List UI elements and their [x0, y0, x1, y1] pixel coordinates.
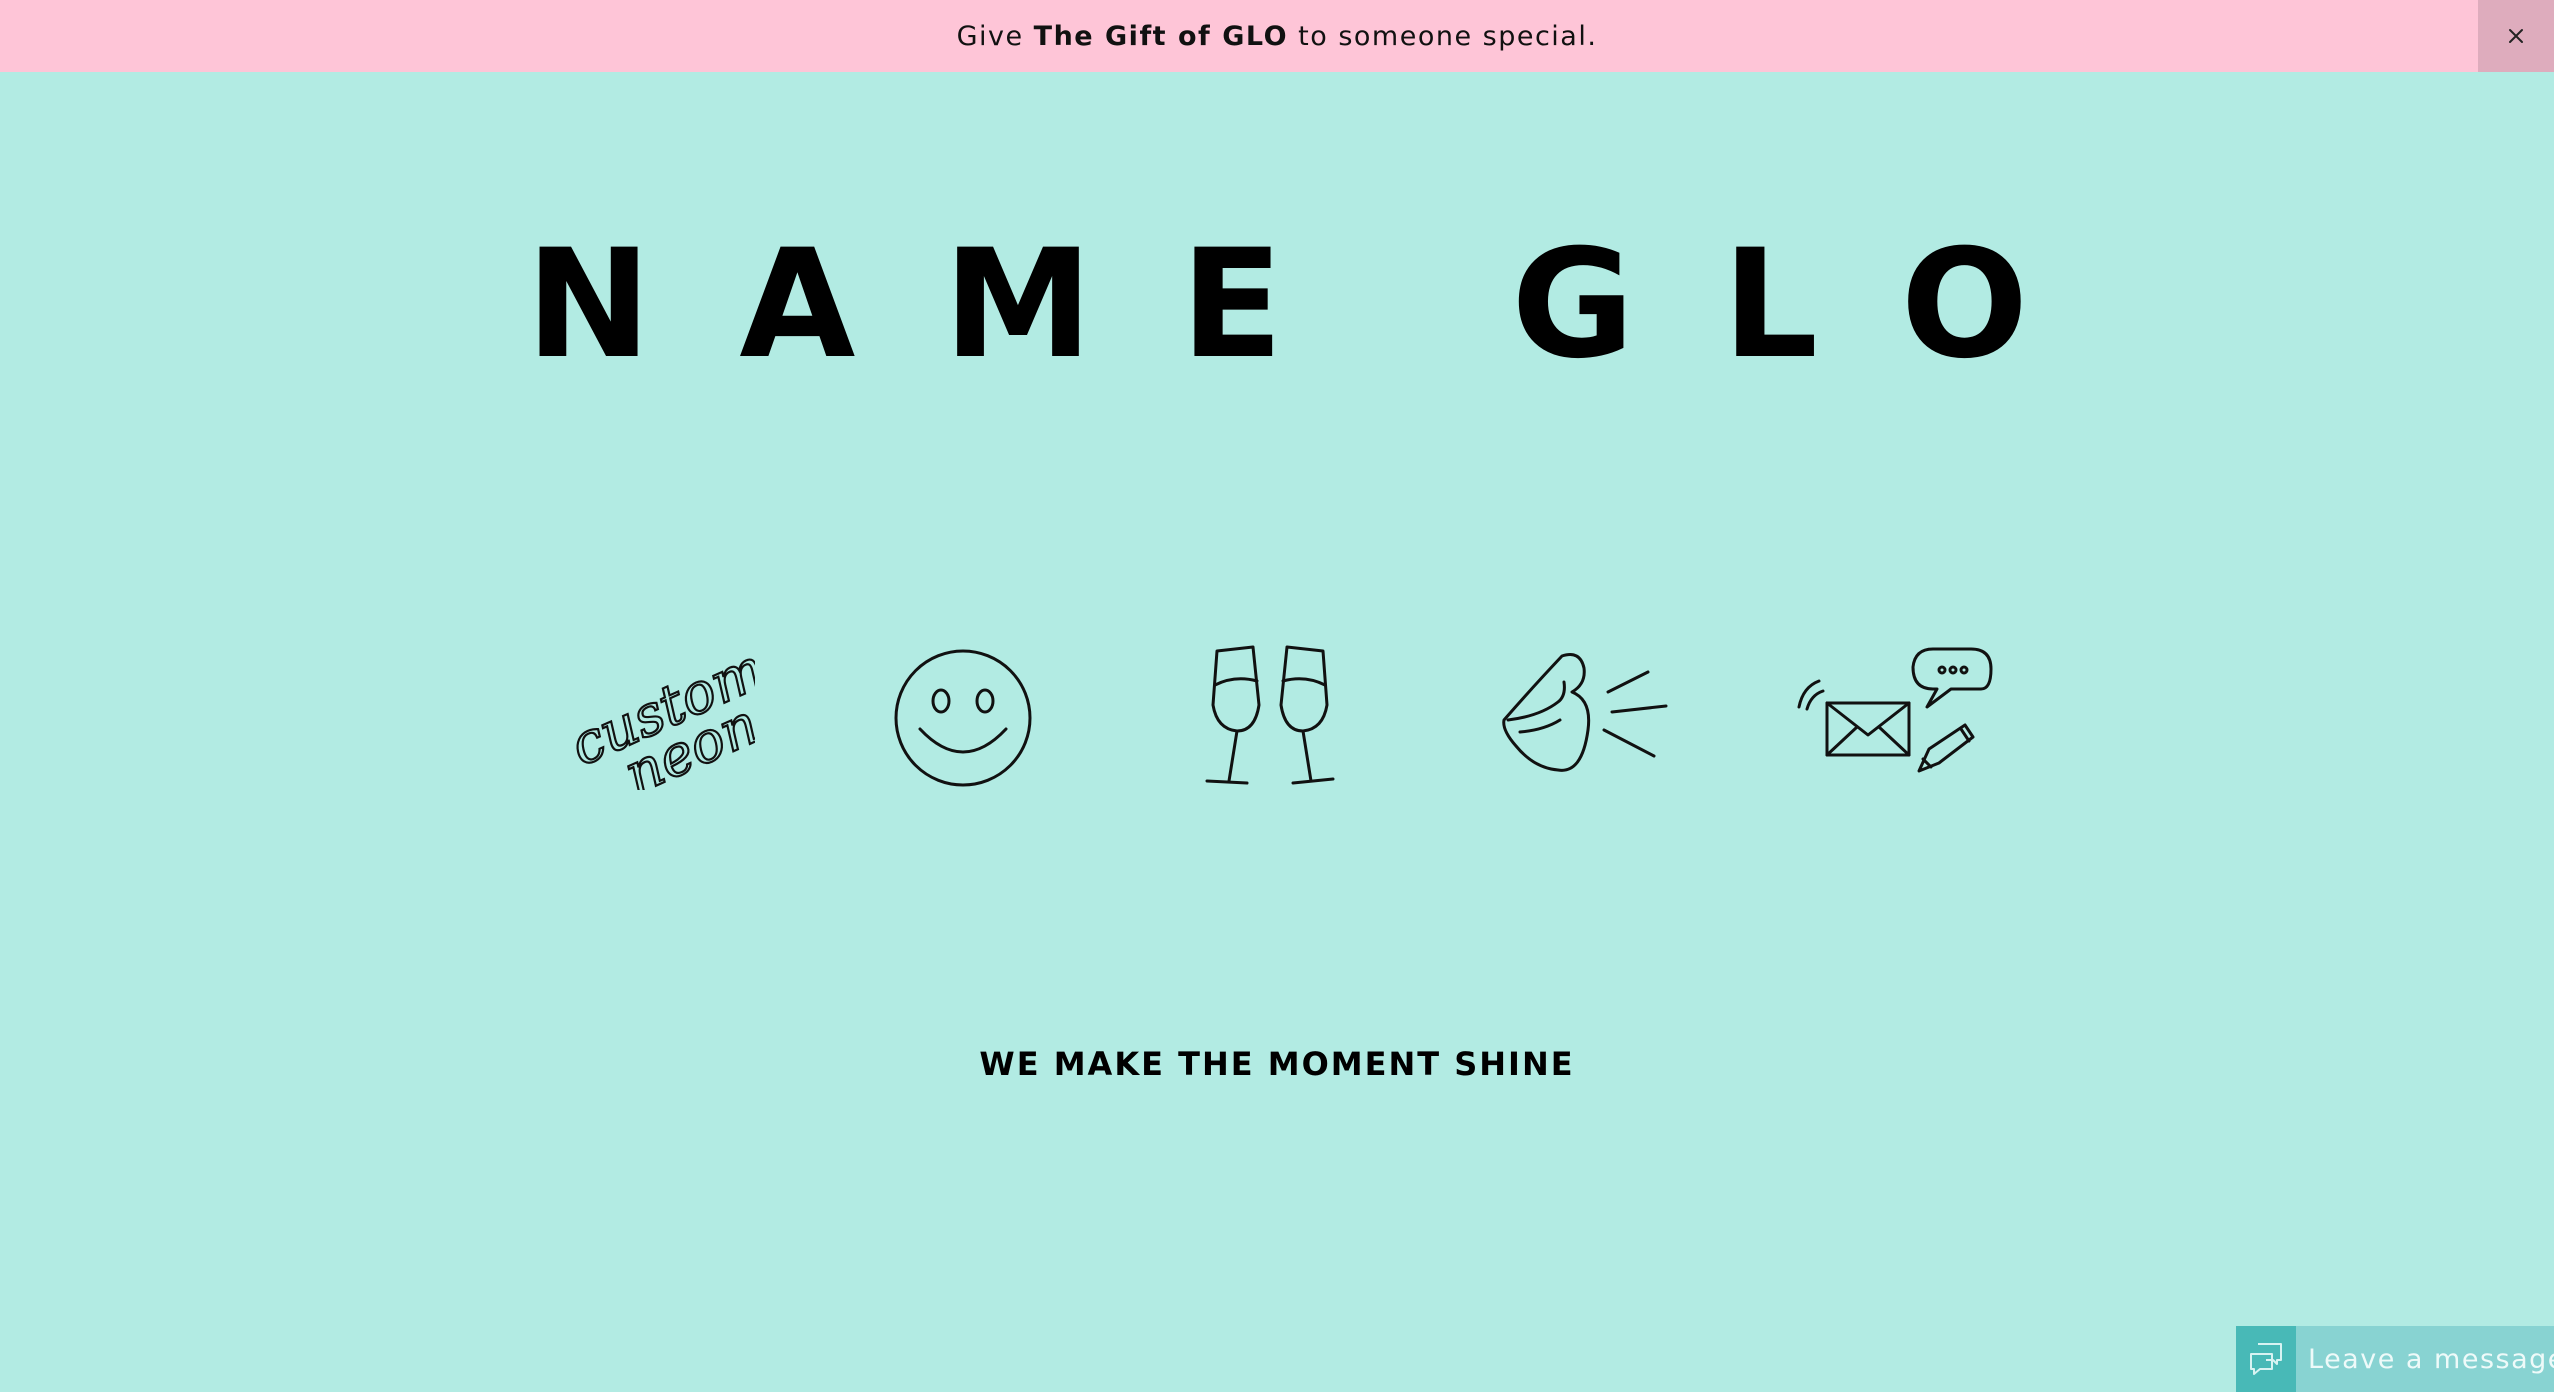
tagline: WE MAKE THE MOMENT SHINE: [979, 1045, 1575, 1083]
brand-logo[interactable]: NAME GLO: [0, 230, 2554, 380]
custom-neon-icon[interactable]: custom neon: [555, 640, 755, 790]
chat-icon: [2250, 1343, 2282, 1375]
announcement-suffix: to someone special.: [1288, 20, 1598, 52]
announcement-bar: Give The Gift of GLO to someone special.: [0, 0, 2554, 72]
announcement-text[interactable]: Give The Gift of GLO to someone special.: [957, 21, 1598, 52]
announcement-highlight: The Gift of GLO: [1033, 20, 1289, 52]
chat-icon-container: [2236, 1326, 2296, 1392]
leave-message-button[interactable]: Leave a message: [2236, 1326, 2554, 1392]
close-icon: [2509, 29, 2523, 43]
announcement-close-button[interactable]: [2478, 0, 2554, 72]
announcement-prefix: Give: [956, 20, 1034, 52]
chat-label: Leave a message: [2308, 1343, 2554, 1375]
smiley-face-icon[interactable]: [890, 645, 1036, 791]
champagne-glasses-icon[interactable]: [1195, 645, 1345, 791]
lips-icon[interactable]: [1500, 650, 1670, 780]
contact-icon[interactable]: [1795, 645, 1995, 785]
